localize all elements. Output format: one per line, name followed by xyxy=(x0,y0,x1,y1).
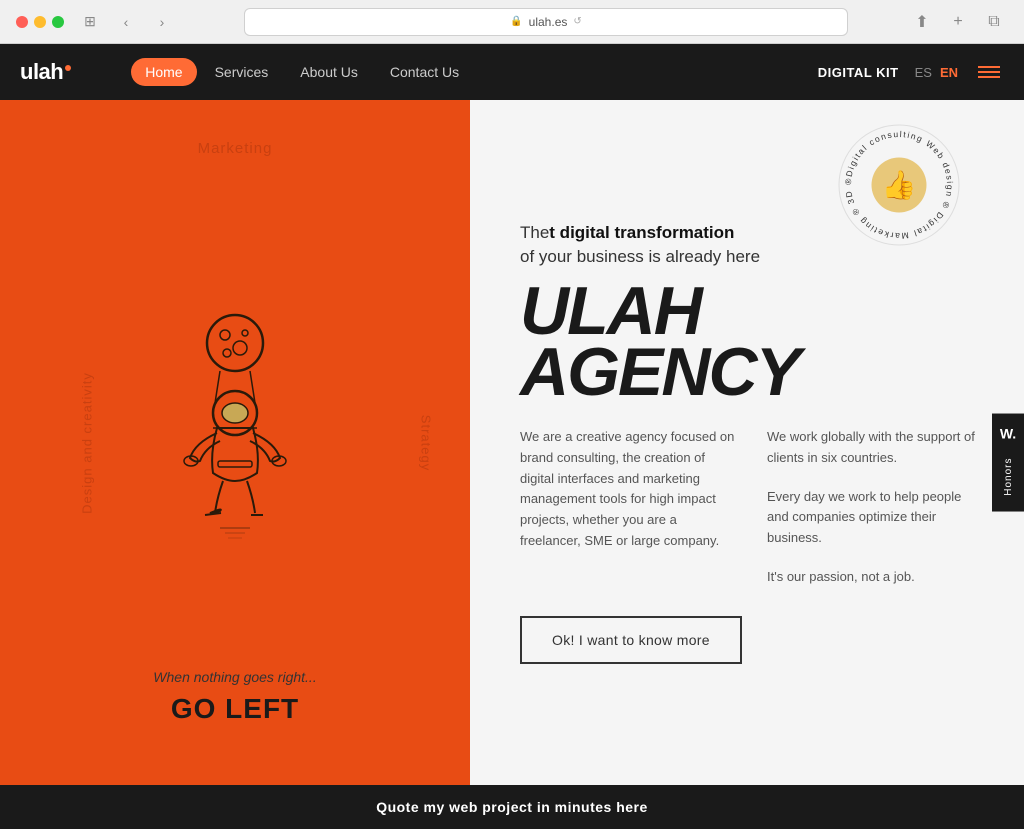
address-bar[interactable]: 🔒 ulah.es ↺ xyxy=(244,8,848,36)
desc-right-3: It's our passion, not a job. xyxy=(767,567,984,588)
nav-about[interactable]: About Us xyxy=(286,58,372,86)
url-display: ulah.es xyxy=(529,15,568,29)
nav-services[interactable]: Services xyxy=(201,58,283,86)
reload-icon: ↺ xyxy=(573,16,581,27)
lang-es[interactable]: ES xyxy=(915,65,932,80)
ham-line-1 xyxy=(978,66,1000,68)
thumbs-up-icon: 👍 xyxy=(872,158,927,213)
navbar: ulah Home Services About Us Contact Us D… xyxy=(0,44,1024,100)
ham-line-3 xyxy=(978,76,1000,78)
hero-line2: AGENCY xyxy=(520,342,984,403)
window-grid-button[interactable]: ⊞ xyxy=(76,8,104,36)
ham-line-2 xyxy=(978,71,1000,73)
logo[interactable]: ulah xyxy=(20,59,71,85)
go-left-text: GO LEFT xyxy=(153,693,316,725)
cta-button[interactable]: Ok! I want to know more xyxy=(520,616,742,664)
tagline-line2: of your business is already here xyxy=(520,247,760,266)
forward-button[interactable]: › xyxy=(148,8,176,36)
traffic-lights xyxy=(16,16,64,28)
hero-title: ULAH AGENCY xyxy=(520,281,984,403)
bottom-text: When nothing goes right... GO LEFT xyxy=(153,669,316,725)
description-left: We are a creative agency focused on bran… xyxy=(520,427,737,588)
right-vertical-label: Strategy xyxy=(418,414,433,470)
minimize-button[interactable] xyxy=(34,16,46,28)
honors-badge: W. Honors xyxy=(992,413,1024,511)
nav-contact[interactable]: Contact Us xyxy=(376,58,473,86)
browser-nav-controls: ⊞ ‹ › xyxy=(76,8,176,36)
tagline-normal: The xyxy=(520,223,549,242)
share-button[interactable]: ⬆ xyxy=(908,8,936,36)
browser-titlebar: ⊞ ‹ › 🔒 ulah.es ↺ ⬆ + ⧉ xyxy=(0,0,1024,44)
lang-en[interactable]: EN xyxy=(940,65,958,80)
digital-kit-link[interactable]: DIGITAL KIT xyxy=(818,65,899,80)
footer-bar[interactable]: Quote my web project in minutes here xyxy=(0,785,1024,829)
new-tab-button[interactable]: + xyxy=(944,8,972,36)
language-switcher: ES EN xyxy=(915,65,958,80)
left-panel: Marketing Design and creativity Strategy xyxy=(0,100,470,785)
marketing-label: Marketing xyxy=(198,140,273,157)
desc-right-2: Every day we work to help people and com… xyxy=(767,487,984,549)
astronaut-illustration xyxy=(135,303,335,563)
hamburger-menu[interactable] xyxy=(974,62,1004,82)
nav-links: Home Services About Us Contact Us xyxy=(131,58,818,86)
desc-right-1: We work globally with the support of cli… xyxy=(767,427,984,469)
lock-icon: 🔒 xyxy=(510,16,522,27)
hero-section: Thet digital transformation of your busi… xyxy=(520,221,984,664)
tagline-text: When nothing goes right... xyxy=(153,669,316,685)
description-right: We work globally with the support of cli… xyxy=(767,427,984,588)
description-grid: We are a creative agency focused on bran… xyxy=(520,427,984,588)
right-panel: ®Digital consulting Web design ® Digital… xyxy=(470,100,1024,785)
footer-cta: Quote my web project in minutes here xyxy=(376,799,648,815)
main-content: Marketing Design and creativity Strategy xyxy=(0,100,1024,785)
close-button[interactable] xyxy=(16,16,28,28)
browser-window: ⊞ ‹ › 🔒 ulah.es ↺ ⬆ + ⧉ ulah Home Servic… xyxy=(0,0,1024,829)
honors-label: Honors xyxy=(1003,453,1014,499)
tagline-bold: t digital transformation xyxy=(549,223,734,242)
hero-line1: ULAH xyxy=(520,281,984,342)
website: ulah Home Services About Us Contact Us D… xyxy=(0,44,1024,829)
browser-actions: ⬆ + ⧉ xyxy=(908,8,1008,36)
left-vertical-label: Design and creativity xyxy=(79,372,94,514)
circular-badge: ®Digital consulting Web design ® Digital… xyxy=(834,120,964,250)
tab-overview-button[interactable]: ⧉ xyxy=(980,8,1008,36)
honors-w: W. xyxy=(1000,425,1016,441)
back-button[interactable]: ‹ xyxy=(112,8,140,36)
maximize-button[interactable] xyxy=(52,16,64,28)
nav-home[interactable]: Home xyxy=(131,58,196,86)
astronaut-svg xyxy=(145,313,325,553)
logo-dot xyxy=(65,65,71,71)
logo-text: ulah xyxy=(20,59,63,85)
nav-right: DIGITAL KIT ES EN xyxy=(818,62,1004,82)
